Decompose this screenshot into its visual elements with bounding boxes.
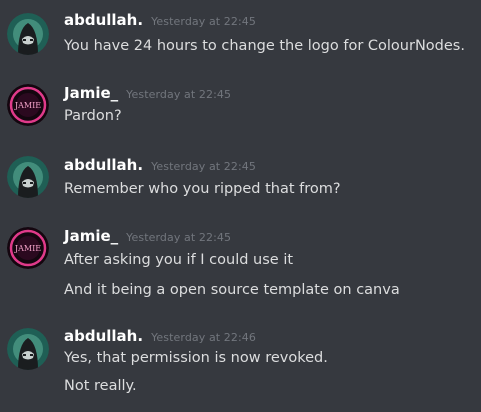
message-text: Yes, that permission is now revoked. (64, 350, 328, 366)
jamie-neon-icon: JAMIE (7, 84, 49, 126)
timestamp: Yesterday at 22:45 (151, 15, 257, 28)
avatar-jamie[interactable]: JAMIE (7, 227, 49, 269)
message-text: Remember who you ripped that from? (64, 181, 341, 197)
avatar-abdullah[interactable] (7, 328, 49, 370)
avatar-abdullah[interactable] (7, 156, 49, 198)
username[interactable]: Jamie_ (64, 84, 118, 102)
dark-hooded-figure-icon (7, 328, 49, 370)
timestamp: Yesterday at 22:46 (151, 331, 257, 344)
username[interactable]: abdullah. (64, 11, 143, 29)
username[interactable]: abdullah. (64, 156, 143, 174)
message-text: After asking you if I could use it (64, 252, 294, 268)
jamie-neon-icon: JAMIE (7, 227, 49, 269)
username[interactable]: abdullah. (64, 327, 143, 345)
avatar-jamie[interactable]: JAMIE (7, 84, 49, 126)
dark-hooded-figure-icon (7, 13, 49, 55)
timestamp: Yesterday at 22:45 (151, 160, 257, 173)
avatar-lettering: JAMIE (14, 244, 41, 253)
username[interactable]: Jamie_ (64, 227, 118, 245)
message-text: Not really. (64, 378, 137, 394)
timestamp: Yesterday at 22:45 (126, 231, 232, 244)
avatar-abdullah[interactable] (7, 13, 49, 55)
avatar-lettering: JAMIE (14, 101, 41, 110)
dark-hooded-figure-icon (7, 156, 49, 198)
message-text: You have 24 hours to change the logo for… (64, 38, 465, 54)
chat-message-list: abdullah. Yesterday at 22:45 You have 24 … (0, 0, 481, 412)
message-text: Pardon? (64, 108, 122, 124)
timestamp: Yesterday at 22:45 (126, 88, 232, 101)
message-text: And it being a open source template on c… (64, 282, 400, 298)
